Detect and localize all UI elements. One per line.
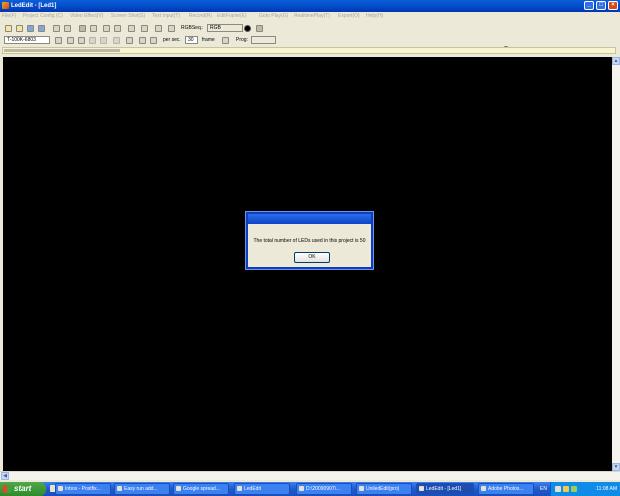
menu-goto-play[interactable]: Goto Play(G): [259, 13, 288, 20]
language-indicator[interactable]: EN: [540, 482, 547, 496]
mail-icon: [58, 486, 63, 491]
zoom-in-icon[interactable]: [139, 37, 146, 44]
stop-icon[interactable]: [55, 37, 62, 44]
task-google-spreadsheet[interactable]: Google spread...: [173, 483, 229, 495]
app-icon: [419, 486, 424, 491]
menu-video-effect[interactable]: Video Effect(V): [70, 13, 103, 20]
system-tray: 11:08 AM: [550, 482, 620, 496]
step-back-icon[interactable]: [78, 37, 85, 44]
trash-icon[interactable]: [256, 25, 263, 32]
fast-forward-icon[interactable]: [113, 37, 120, 44]
browser-icon: [176, 486, 181, 491]
close-button[interactable]: ×: [608, 1, 618, 10]
app-icon[interactable]: [2, 2, 9, 9]
dialog-message: The total number of LEDs used in this pr…: [253, 238, 366, 244]
open-folder-icon[interactable]: [16, 25, 23, 32]
menu-edit-frame[interactable]: EditFrame(E): [217, 13, 247, 20]
zoom-out-icon[interactable]: [150, 37, 157, 44]
save-icon[interactable]: [38, 25, 45, 32]
maximize-button[interactable]: □: [596, 1, 606, 10]
add-frame-icon[interactable]: [53, 25, 60, 32]
task-easy-run[interactable]: Easy run add...: [114, 483, 170, 495]
scroll-up-icon[interactable]: ▲: [612, 57, 620, 65]
color-picker-icon[interactable]: [244, 25, 251, 32]
task-inbox[interactable]: Inbox - Postfix...: [55, 483, 111, 495]
menu-text-input[interactable]: Text Input(T): [152, 13, 180, 20]
copy-icon[interactable]: [103, 25, 110, 32]
menu-realtime-play[interactable]: RealtimePlay(T): [294, 13, 330, 20]
new-file-icon[interactable]: [5, 25, 12, 32]
properties-icon[interactable]: [168, 25, 175, 32]
task-folder-20090907[interactable]: D:\20090907\...: [296, 483, 352, 495]
volume-icon[interactable]: [563, 486, 569, 492]
toolbar-main: RGBSeq.: RGB: [0, 22, 620, 53]
cut-icon[interactable]: [128, 25, 135, 32]
frame-settings-icon[interactable]: [222, 37, 229, 44]
delete-frame-icon[interactable]: [64, 25, 71, 32]
record-icon[interactable]: [79, 25, 86, 32]
loop-icon[interactable]: [126, 37, 133, 44]
menu-project-config[interactable]: Project Config.(C): [23, 13, 63, 20]
scroll-down-icon[interactable]: ▼: [612, 463, 620, 471]
task-adobe-photoshop[interactable]: Adobe Photos...: [478, 483, 534, 495]
folder-icon: [299, 486, 304, 491]
task-uniled-edit[interactable]: UniledEdit(pro): [356, 483, 412, 495]
dialog-title-bar[interactable]: [248, 214, 371, 224]
toolbar-playback: T-100K-6803 per sec. 30 frame Prog:: [0, 34, 620, 46]
menu-help[interactable]: Help(H): [366, 13, 383, 20]
rgbseq-label: RGBSeq.:: [181, 25, 204, 31]
photoshop-icon: [481, 486, 486, 491]
tray-app-icon[interactable]: [571, 486, 577, 492]
start-label: start: [14, 484, 32, 493]
minimize-button[interactable]: _: [584, 1, 594, 10]
globe-icon[interactable]: [27, 25, 34, 32]
select-icon[interactable]: [141, 25, 148, 32]
vertical-scrollbar[interactable]: ▲ ▼: [612, 57, 620, 471]
taskbar: start Inbox - Postfix... Easy run add...…: [0, 482, 620, 496]
per-sec-label: per sec.: [163, 37, 181, 43]
windows-logo-icon: [3, 485, 11, 493]
app-icon: [359, 486, 364, 491]
title-bar[interactable]: LedEdit - [Led1] _ □ ×: [0, 0, 620, 12]
browser-icon: [117, 486, 122, 491]
task-ledit[interactable]: LedEdit: [234, 483, 290, 495]
info-dialog: The total number of LEDs used in this pr…: [246, 212, 373, 269]
menu-record[interactable]: Record(R): [189, 13, 212, 20]
progress-fill: [4, 49, 121, 52]
menu-bar: File(F) Project Config.(C) Video Effect(…: [0, 12, 620, 21]
clock: 11:08 AM: [596, 486, 617, 492]
app-window: LedEdit - [Led1] _ □ × File(F) Project C…: [0, 0, 620, 482]
fps-field[interactable]: 30: [185, 36, 198, 44]
rgbseq-select[interactable]: RGB: [207, 24, 243, 32]
paste-icon[interactable]: [114, 25, 121, 32]
prog-field[interactable]: [251, 36, 276, 44]
folder-icon: [237, 486, 242, 491]
window-title: LedEdit - [Led1]: [11, 3, 57, 9]
prog-label: Prog:: [236, 37, 248, 43]
frame-label: frame: [202, 37, 215, 43]
scroll-left-icon[interactable]: ◀: [1, 472, 9, 480]
horizontal-scrollbar[interactable]: ◀: [0, 471, 620, 480]
task-ledit-led1[interactable]: LedEdit - [Led1]: [416, 483, 474, 495]
play-icon[interactable]: [89, 37, 96, 44]
network-icon[interactable]: [555, 486, 561, 492]
rewind-icon[interactable]: [67, 37, 74, 44]
move-icon[interactable]: [155, 25, 162, 32]
step-forward-icon[interactable]: [100, 37, 107, 44]
grid-icon[interactable]: [90, 25, 97, 32]
start-button[interactable]: start: [0, 482, 46, 496]
menu-file[interactable]: File(F): [2, 13, 16, 20]
device-field[interactable]: T-100K-6803: [4, 36, 50, 44]
menu-export[interactable]: Export(O): [338, 13, 360, 20]
ok-button[interactable]: OK: [294, 252, 330, 263]
menu-screen-shot[interactable]: Screen Shot(S): [111, 13, 145, 20]
progress-bar: [2, 47, 616, 54]
